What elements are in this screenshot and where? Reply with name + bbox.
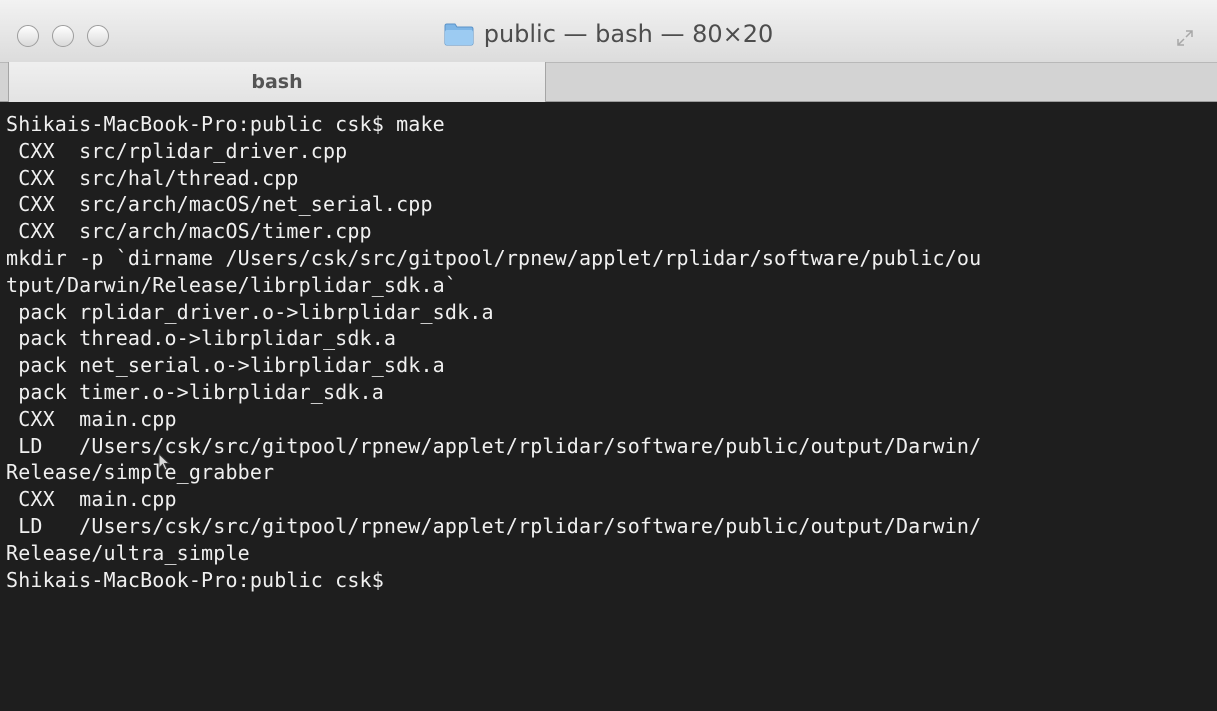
terminal-prompt: Shikais-MacBook-Pro:public csk$ xyxy=(6,567,384,592)
terminal-line: Shikais-MacBook-Pro:public csk$ make xyxy=(6,112,445,136)
terminal-window: public — bash — 80×20 bash Shikais-MacBo… xyxy=(0,0,1217,711)
terminal-line: CXX src/hal/thread.cpp xyxy=(6,165,299,190)
folder-icon xyxy=(444,22,474,46)
terminal-line: CXX main.cpp xyxy=(6,406,177,431)
window-title: public — bash — 80×20 xyxy=(483,20,774,48)
terminal-line: CXX src/arch/macOS/timer.cpp xyxy=(6,219,372,244)
terminal-line: CXX main.cpp xyxy=(6,487,177,512)
terminal-line: LD /Users/csk/src/gitpool/rpnew/applet/r… xyxy=(6,433,982,458)
terminal-line: Release/simple_grabber xyxy=(6,460,275,485)
terminal-line: Release/ultra_simple xyxy=(6,540,250,565)
terminal-line: LD /Users/csk/src/gitpool/rpnew/applet/r… xyxy=(6,513,982,538)
fullscreen-arrows-icon[interactable] xyxy=(1175,28,1195,48)
terminal-line: CXX src/arch/macOS/net_serial.cpp xyxy=(6,192,433,217)
terminal-line: mkdir -p `dirname /Users/csk/src/gitpool… xyxy=(6,245,982,270)
terminal-line: CXX src/rplidar_driver.cpp xyxy=(6,138,348,163)
window-title-container: public — bash — 80×20 xyxy=(0,18,1217,50)
terminal-output[interactable]: Shikais-MacBook-Pro:public csk$ make CXX… xyxy=(0,102,1217,711)
terminal-line: pack rplidar_driver.o->librplidar_sdk.a xyxy=(6,299,494,324)
mouse-pointer-icon xyxy=(158,452,172,471)
tab-bash[interactable]: bash xyxy=(8,62,546,103)
terminal-line: pack thread.o->librplidar_sdk.a xyxy=(6,326,397,351)
title-bar[interactable]: public — bash — 80×20 xyxy=(0,0,1217,62)
terminal-line: tput/Darwin/Release/librplidar_sdk.a` xyxy=(6,272,458,297)
terminal-line: pack timer.o->librplidar_sdk.a xyxy=(6,379,384,404)
tab-bar: bash xyxy=(0,62,1217,103)
terminal-line: pack net_serial.o->librplidar_sdk.a xyxy=(6,353,445,378)
